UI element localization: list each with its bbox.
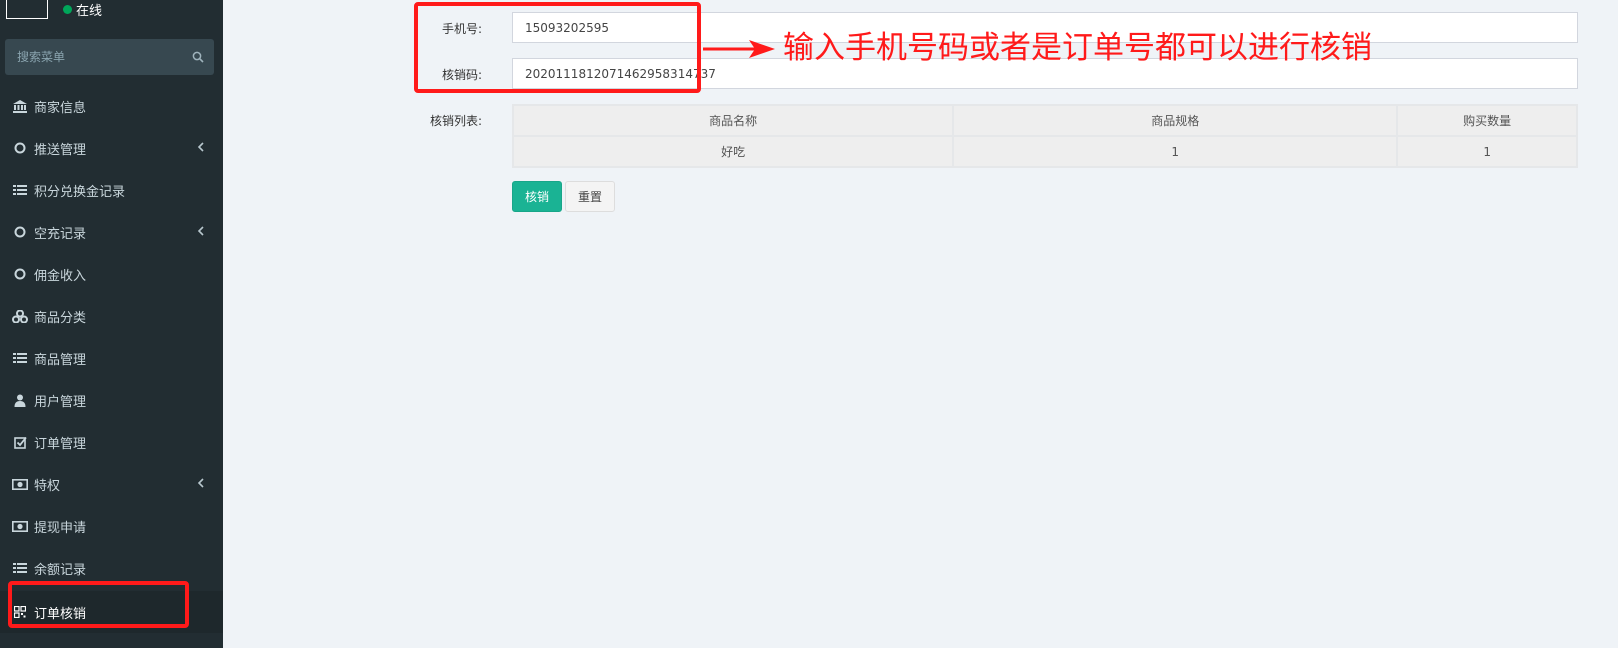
sidebar-item-label: 订单管理 bbox=[34, 436, 87, 452]
sidebar-item-products[interactable]: 商品管理 bbox=[0, 337, 223, 379]
sidebar-item-orders[interactable]: 订单管理 bbox=[0, 421, 223, 463]
sidebar-item-privilege[interactable]: 特权 bbox=[0, 463, 223, 505]
table-row: 好吃 1 1 bbox=[511, 135, 1578, 168]
online-dot-icon bbox=[63, 5, 72, 14]
sidebar-item-label: 提现申请 bbox=[34, 520, 87, 536]
table-header-row: 商品名称 商品规格 购买数量 bbox=[511, 104, 1578, 137]
user-panel: 在线 bbox=[0, 0, 223, 32]
chevron-left-icon bbox=[197, 226, 204, 236]
cell-product-name: 好吃 bbox=[511, 135, 955, 168]
sidebar-item-label: 商品管理 bbox=[34, 352, 87, 368]
sidebar-item-label: 商家信息 bbox=[34, 100, 87, 116]
avatar bbox=[6, 0, 48, 19]
check-square-icon bbox=[12, 434, 28, 450]
sidebar-item-recharge[interactable]: 空充记录 bbox=[0, 211, 223, 253]
sidebar-item-label: 推送管理 bbox=[34, 142, 87, 158]
circle-icon bbox=[12, 140, 28, 156]
bank-icon bbox=[12, 98, 28, 114]
user-icon bbox=[12, 392, 28, 408]
sidebar-item-commission[interactable]: 佣金收入 bbox=[0, 253, 223, 295]
sidebar-item-label: 特权 bbox=[34, 478, 61, 494]
search-icon[interactable] bbox=[192, 51, 204, 63]
header-product-spec: 商品规格 bbox=[952, 104, 1399, 137]
user-status: 在线 bbox=[63, 0, 102, 19]
circle-icon bbox=[12, 224, 28, 240]
verify-list-label: 核销列表: bbox=[429, 114, 482, 128]
verify-list-table: 商品名称 商品规格 购买数量 好吃 1 1 bbox=[511, 104, 1578, 168]
annotation-text: 输入手机号码或者是订单号都可以进行核销 bbox=[783, 30, 1372, 66]
chevron-left-icon bbox=[197, 478, 204, 488]
chevron-left-icon bbox=[197, 142, 204, 152]
sidebar-search bbox=[5, 39, 214, 75]
sidebar-item-merchant-info[interactable]: 商家信息 bbox=[0, 85, 223, 127]
sidebar-item-category[interactable]: 商品分类 bbox=[0, 295, 223, 337]
header-quantity: 购买数量 bbox=[1396, 104, 1578, 137]
sidebar-menu: 商家信息 推送管理 积分兑换金记录 空充记录 佣金收入 商品分类 商品管理 用户… bbox=[0, 85, 223, 633]
highlight-box-sidebar bbox=[8, 581, 189, 628]
sidebar-item-label: 余额记录 bbox=[34, 562, 87, 578]
sidebar-item-points[interactable]: 积分兑换金记录 bbox=[0, 169, 223, 211]
list-icon bbox=[12, 350, 28, 366]
sidebar-item-label: 用户管理 bbox=[34, 394, 87, 410]
sidebar-item-withdraw[interactable]: 提现申请 bbox=[0, 505, 223, 547]
reset-button[interactable]: 重置 bbox=[565, 181, 615, 212]
sidebar-item-label: 佣金收入 bbox=[34, 268, 87, 284]
money-icon bbox=[12, 518, 28, 534]
sidebar: 在线 商家信息 推送管理 积分兑换金记录 bbox=[0, 0, 223, 648]
highlight-box-form bbox=[414, 2, 701, 93]
header-product-name: 商品名称 bbox=[511, 104, 955, 137]
sidebar-item-users[interactable]: 用户管理 bbox=[0, 379, 223, 421]
search-input[interactable] bbox=[15, 49, 192, 65]
cell-quantity: 1 bbox=[1396, 135, 1578, 168]
sidebar-item-label: 商品分类 bbox=[34, 310, 87, 326]
list-icon bbox=[12, 182, 28, 198]
user-status-label: 在线 bbox=[76, 4, 103, 19]
cubes-icon bbox=[12, 308, 28, 324]
sidebar-item-label: 积分兑换金记录 bbox=[34, 184, 126, 200]
verify-button[interactable]: 核销 bbox=[512, 181, 562, 212]
list-icon bbox=[12, 560, 28, 576]
sidebar-item-label: 空充记录 bbox=[34, 226, 87, 242]
arrow-right-icon bbox=[703, 40, 775, 58]
money-icon bbox=[12, 476, 28, 492]
cell-product-spec: 1 bbox=[952, 135, 1399, 168]
circle-icon bbox=[12, 266, 28, 282]
sidebar-item-push[interactable]: 推送管理 bbox=[0, 127, 223, 169]
